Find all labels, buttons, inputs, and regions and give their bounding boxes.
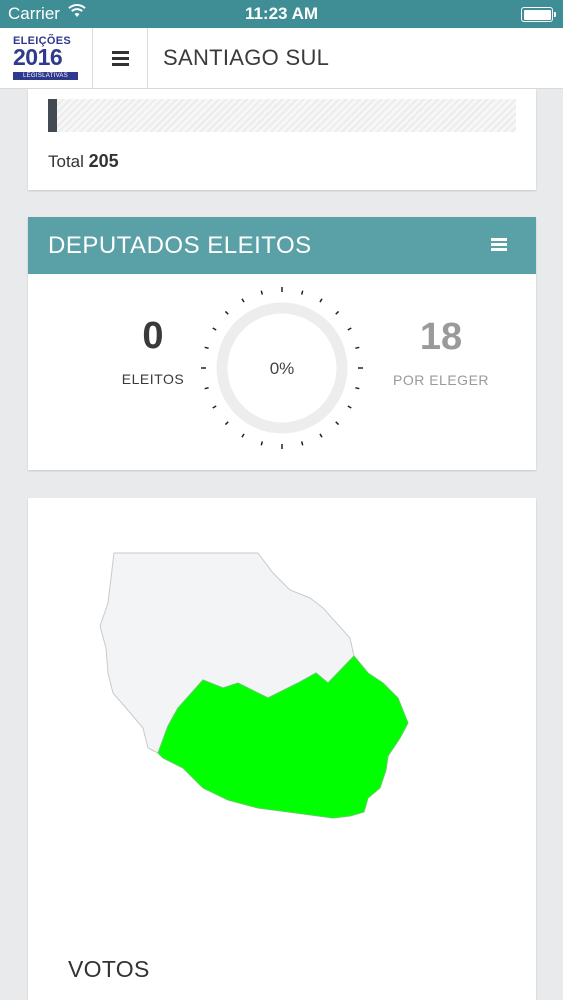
to-elect-count: 18 (419, 316, 463, 358)
gauge-percent: 0% (269, 359, 295, 378)
gauge-tick (241, 298, 245, 303)
logo-subtitle: LEGISLATIVAS (13, 72, 78, 80)
elected-count: 0 (142, 315, 164, 357)
gauge-tick (319, 433, 323, 438)
page-title: SANTIAGO SUL (163, 45, 330, 70)
gauge-tick (300, 290, 304, 295)
status-bar: Carrier 11:23 AM (0, 0, 563, 28)
gauge-tick (347, 405, 352, 409)
gauge-tick (224, 421, 229, 426)
menu-button[interactable] (93, 28, 148, 89)
nav-bar: ELEIÇÕES 2016 LEGISLATIVAS SANTIAGO SUL (0, 28, 563, 89)
logo-year: 2016 (13, 44, 63, 70)
to-elect-label: POR ELEGER (392, 372, 490, 388)
elected-stat: 0 ELEITOS (88, 316, 218, 387)
results-progress-bar (48, 99, 516, 132)
gauge-tick (335, 421, 340, 426)
elected-label: ELEITOS (121, 371, 185, 387)
gauge-tick (319, 298, 323, 303)
gauge-tick (212, 327, 217, 331)
district-map[interactable] (28, 498, 536, 938)
total-value: 205 (88, 151, 119, 171)
gauge-tick (224, 310, 229, 315)
gauge-tick (355, 346, 360, 350)
total-votes: Total 205 (48, 151, 119, 172)
total-label: Total (48, 152, 84, 171)
gauge-tick (204, 386, 209, 390)
gauge-tick (260, 290, 264, 295)
gauge-tick (212, 405, 217, 409)
deputies-card-header: DEPUTADOS ELEITOS (28, 217, 536, 274)
results-progress-fill (48, 99, 58, 132)
clock: 11:23 AM (244, 4, 319, 23)
deputies-title: DEPUTADOS ELEITOS (48, 232, 312, 259)
votes-section-title: VOTOS (68, 956, 150, 982)
gauge-tick (347, 327, 352, 331)
to-elect-stat: 18 POR ELEGER (376, 317, 506, 388)
results-card: Total 205 (28, 89, 536, 190)
gauge-tick (300, 441, 304, 446)
elections-logo[interactable]: ELEIÇÕES 2016 LEGISLATIVAS (0, 28, 93, 89)
map-card: VOTOS (28, 498, 536, 1000)
gauge-tick (260, 441, 264, 446)
battery-icon (521, 7, 556, 22)
gauge-tick (241, 433, 245, 438)
gauge-tick (204, 346, 209, 350)
gauge-tick (355, 386, 360, 390)
gauge-tick (335, 310, 340, 315)
hamburger-icon (111, 48, 129, 69)
card-menu-icon[interactable] (491, 236, 507, 253)
deputies-card: DEPUTADOS ELEITOS 0 ELEITOS 0% 18 POR EL… (28, 217, 536, 470)
